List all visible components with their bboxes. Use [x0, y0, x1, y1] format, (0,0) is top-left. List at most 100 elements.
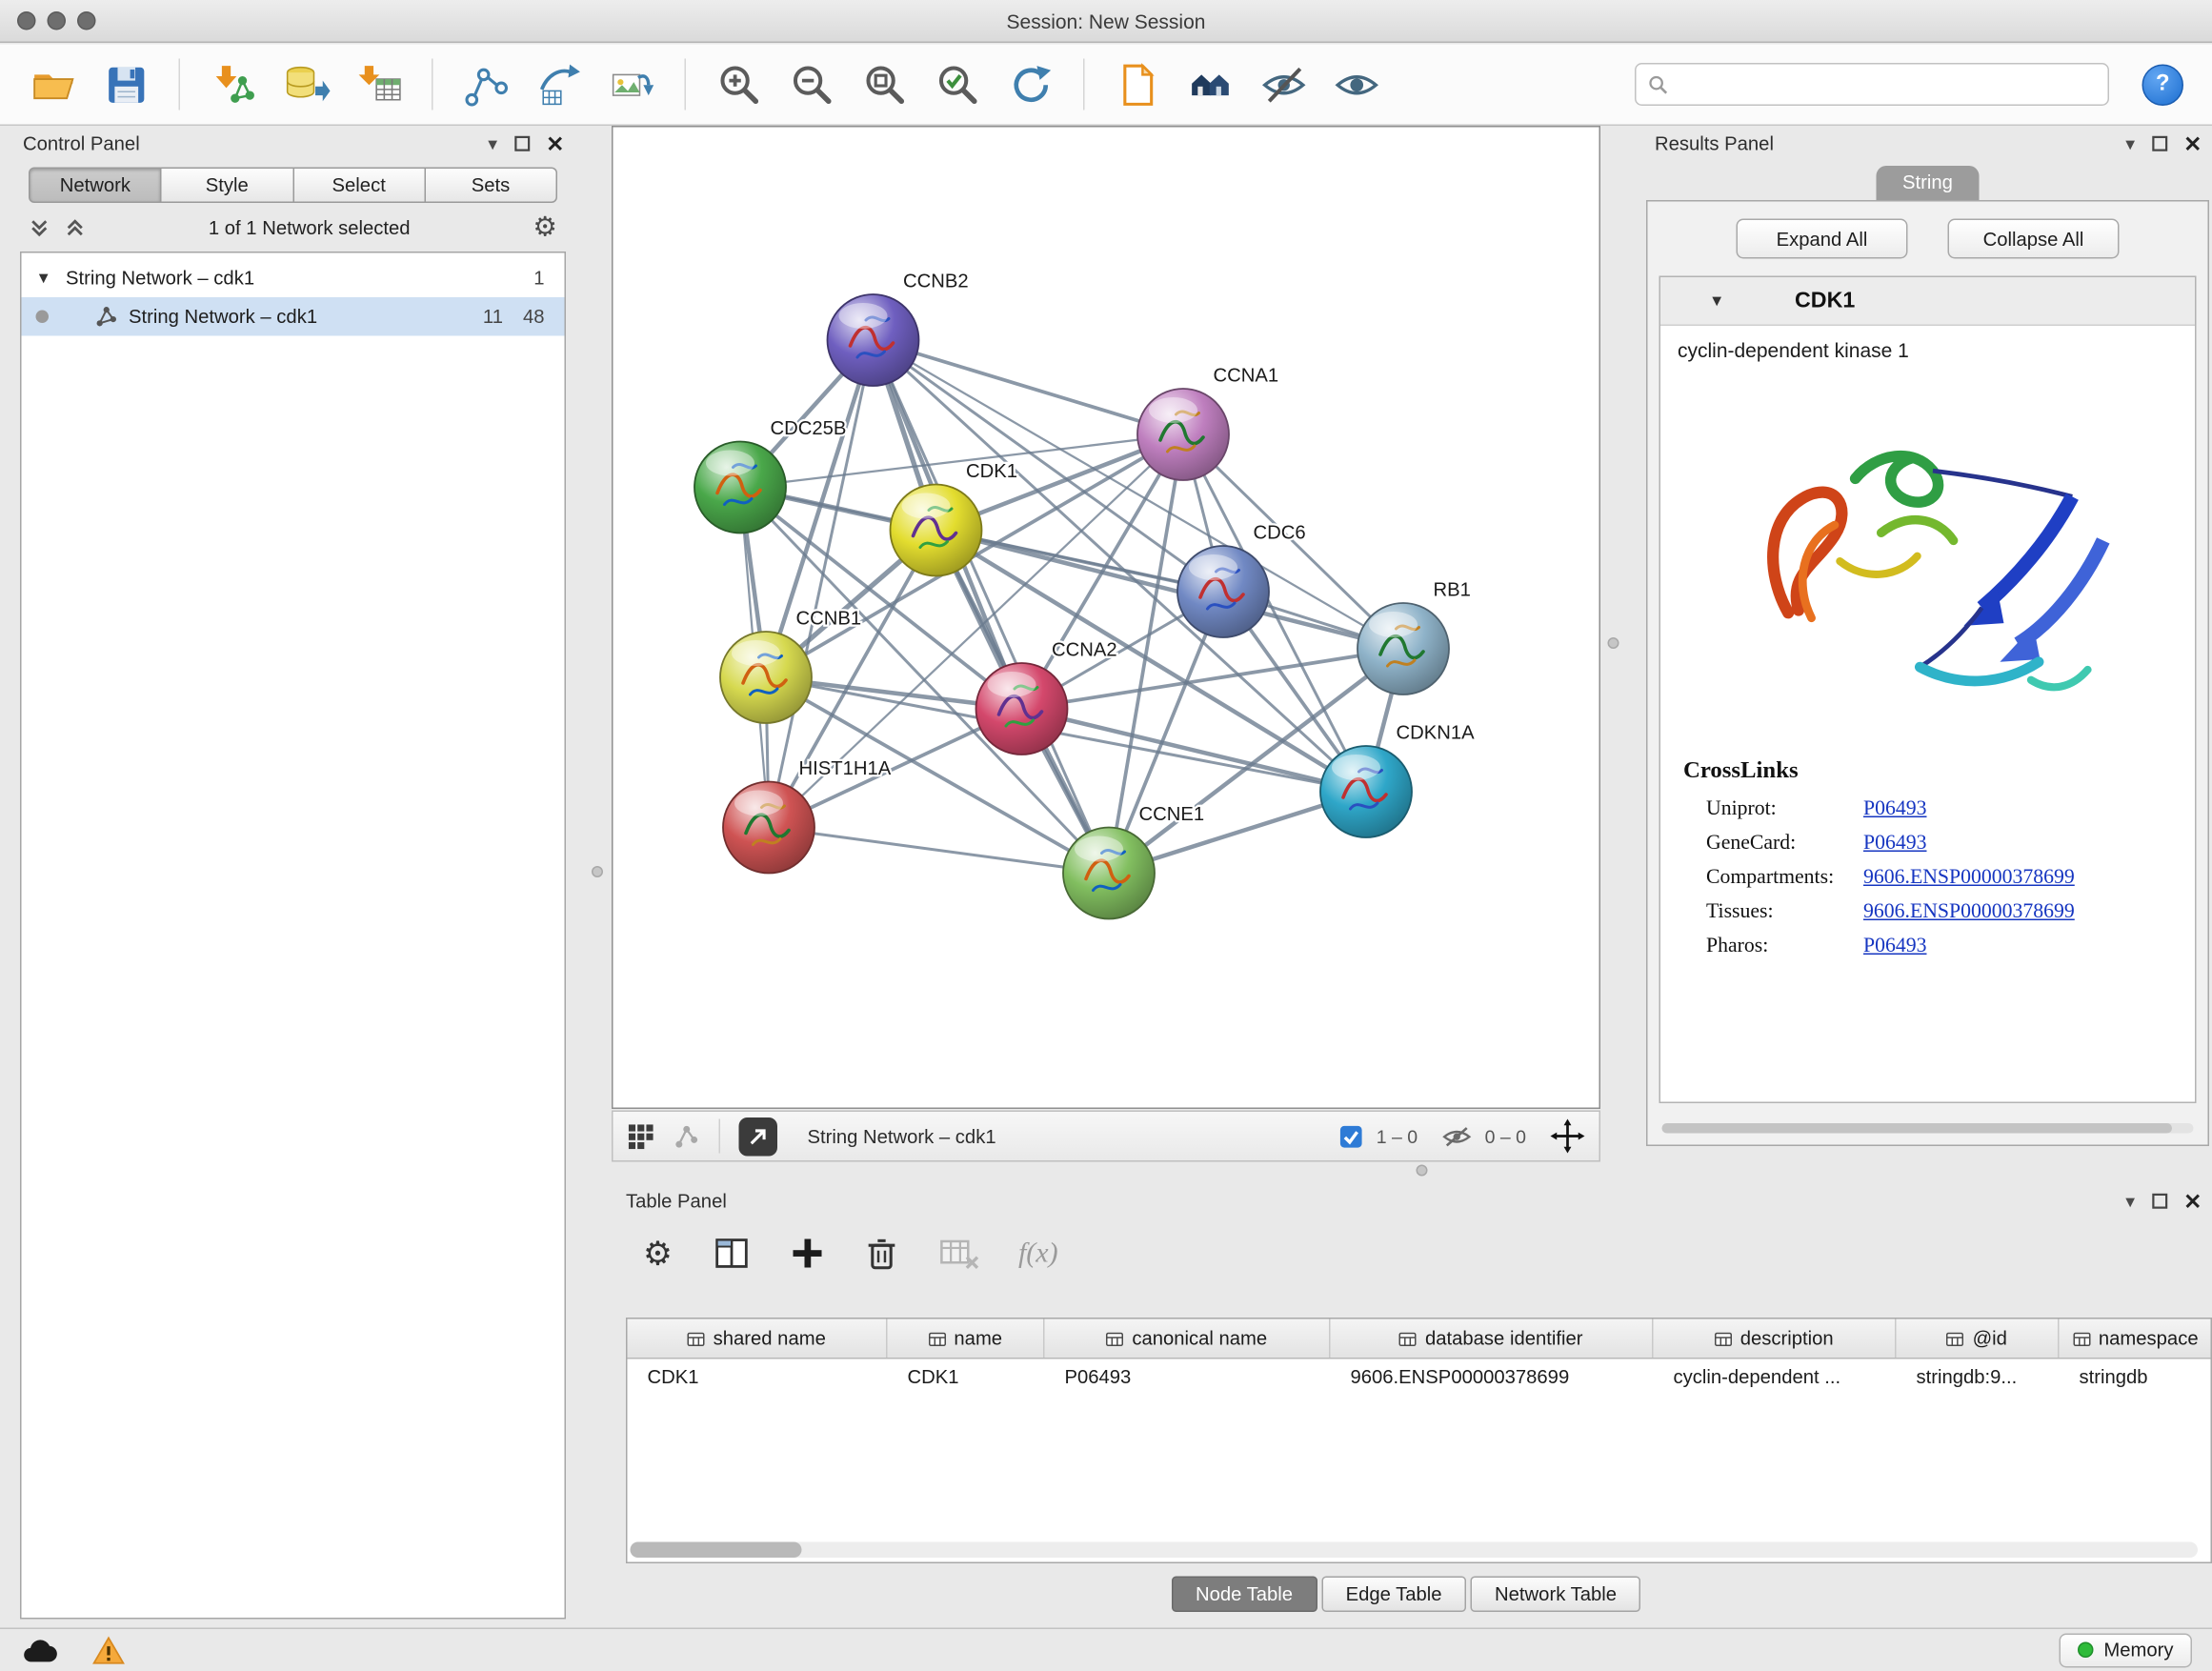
tab-select[interactable]: Select — [293, 168, 425, 204]
tab-string[interactable]: String — [1877, 166, 1979, 200]
tab-node-table[interactable]: Node Table — [1171, 1577, 1317, 1613]
network-node-CCNA2[interactable] — [976, 663, 1068, 755]
close-panel-icon[interactable] — [548, 135, 564, 151]
network-node-HIST1H1A[interactable] — [723, 782, 814, 874]
network-share-icon[interactable] — [674, 1122, 701, 1150]
table-row[interactable]: CDK1CDK1P064939606.ENSP00000378699cyclin… — [628, 1359, 2211, 1399]
network-node-RB1[interactable] — [1357, 603, 1449, 695]
crosslink-row: Tissues:9606.ENSP00000378699 — [1683, 900, 2172, 925]
import-network-from-database-button[interactable] — [276, 54, 336, 114]
network-node-CCNE1[interactable] — [1063, 828, 1155, 919]
export-image-button[interactable] — [602, 54, 662, 114]
column-header-canonical-name[interactable]: canonical name — [1045, 1319, 1331, 1359]
network-edge-HIST1H1A-CCNE1[interactable] — [769, 828, 1109, 874]
table-settings-gear-icon[interactable]: ⚙ — [643, 1237, 673, 1270]
tab-network[interactable]: Network — [29, 168, 162, 204]
collapse-panel-icon[interactable]: ▾ — [2125, 1191, 2135, 1210]
network-node-CDC6[interactable] — [1177, 546, 1269, 637]
tree-expand-icon[interactable]: ▼ — [36, 270, 56, 287]
window-minimize-button[interactable] — [48, 11, 67, 30]
open-session-button[interactable] — [23, 54, 83, 114]
network-node-CDC25B[interactable] — [694, 442, 786, 534]
column-header-shared-name[interactable]: shared name — [628, 1319, 888, 1359]
reapply-layout-button[interactable] — [1000, 54, 1060, 114]
duplicate-network-button[interactable] — [456, 54, 516, 114]
column-type-icon — [688, 1330, 705, 1347]
network-node-CDK1[interactable] — [891, 485, 982, 576]
gene-section-header[interactable]: ▼ CDK1 — [1660, 277, 2195, 326]
network-node-CCNB2[interactable] — [828, 294, 919, 386]
scrollbar-thumb[interactable] — [631, 1542, 802, 1559]
network-edge-CCNB2-CCNA1[interactable] — [874, 340, 1184, 434]
expand-all-button[interactable]: Expand All — [1737, 219, 1908, 259]
tab-sets[interactable]: Sets — [426, 168, 557, 204]
save-session-button[interactable] — [96, 54, 156, 114]
network-options-gear-icon[interactable]: ⚙ — [533, 213, 557, 241]
search-input[interactable] — [1678, 73, 2097, 95]
tab-network-table[interactable]: Network Table — [1471, 1577, 1641, 1613]
crosslink-link[interactable]: P06493 — [1863, 797, 1926, 822]
float-panel-icon[interactable] — [514, 135, 531, 151]
delete-trash-icon[interactable] — [864, 1235, 898, 1272]
section-expand-icon[interactable]: ▼ — [1709, 292, 1729, 310]
tab-edge-table[interactable]: Edge Table — [1321, 1577, 1466, 1613]
network-row[interactable]: String Network – cdk1 11 48 — [22, 297, 565, 336]
copy-document-button[interactable] — [1108, 54, 1168, 114]
cloud-icon[interactable] — [20, 1635, 60, 1666]
show-columns-icon[interactable] — [713, 1235, 750, 1272]
column-header-name[interactable]: name — [888, 1319, 1045, 1359]
collapse-panel-icon[interactable]: ▾ — [488, 133, 497, 152]
close-panel-icon[interactable] — [2185, 1193, 2202, 1209]
help-button[interactable]: ? — [2142, 64, 2184, 106]
network-node-CDKN1A[interactable] — [1320, 746, 1412, 837]
column-header--id[interactable]: @id — [1897, 1319, 2060, 1359]
tab-style[interactable]: Style — [162, 168, 293, 204]
first-neighbors-button[interactable] — [1180, 54, 1240, 114]
column-header-description[interactable]: description — [1654, 1319, 1897, 1359]
network-edge-CCNB2-HIST1H1A[interactable] — [769, 340, 874, 828]
collapse-all-icon[interactable] — [29, 216, 50, 238]
crosslink-link[interactable]: P06493 — [1863, 935, 1926, 959]
network-node-CCNA1[interactable] — [1137, 389, 1229, 480]
birdseye-grid-icon[interactable] — [628, 1122, 655, 1150]
hidden-eye-slash-icon[interactable] — [1442, 1124, 1473, 1149]
network-node-CCNB1[interactable] — [720, 632, 812, 723]
window-close-button[interactable] — [17, 11, 36, 30]
open-in-browser-button[interactable] — [739, 1117, 778, 1156]
crosslink-link[interactable]: P06493 — [1863, 832, 1926, 856]
network-canvas[interactable]: CCNB2CCNA1CDC25BCDK1CDC6RB1CCNB1CCNA2CDK… — [612, 126, 1600, 1109]
results-horizontal-scrollbar[interactable] — [1662, 1123, 2194, 1134]
crosslink-link[interactable]: 9606.ENSP00000378699 — [1863, 900, 2075, 925]
pan-crosshair-icon[interactable] — [1551, 1119, 1585, 1154]
warning-icon[interactable] — [91, 1635, 126, 1666]
network-collection-row[interactable]: ▼ String Network – cdk1 1 — [22, 259, 565, 298]
zoom-in-button[interactable] — [709, 54, 769, 114]
collapse-all-button[interactable]: Collapse All — [1948, 219, 2120, 259]
crosslinks-title: CrossLinks — [1683, 756, 2172, 785]
hide-selected-button[interactable] — [1254, 54, 1314, 114]
show-all-button[interactable] — [1326, 54, 1386, 114]
window-zoom-button[interactable] — [77, 11, 96, 30]
import-table-from-file-button[interactable] — [349, 54, 409, 114]
new-network-from-selection-button[interactable] — [529, 54, 589, 114]
zoom-selected-button[interactable] — [928, 54, 988, 114]
selected-checkbox-icon[interactable] — [1339, 1124, 1364, 1149]
zoom-fit-button[interactable] — [855, 54, 915, 114]
expand-all-icon[interactable] — [65, 216, 87, 238]
network-edge-CCNB2-CCNE1[interactable] — [874, 340, 1110, 874]
crosslink-link[interactable]: 9606.ENSP00000378699 — [1863, 866, 2075, 891]
zoom-out-button[interactable] — [782, 54, 842, 114]
left-splitter-handle[interactable] — [592, 866, 603, 877]
right-splitter-handle[interactable] — [1608, 637, 1619, 649]
collapse-panel-icon[interactable]: ▾ — [2125, 133, 2135, 152]
add-column-plus-icon[interactable] — [790, 1237, 824, 1271]
table-horizontal-scrollbar[interactable] — [631, 1542, 2198, 1559]
memory-button[interactable]: Memory — [2060, 1633, 2192, 1667]
network-edge-CDK1-RB1[interactable] — [936, 531, 1404, 650]
close-panel-icon[interactable] — [2185, 135, 2202, 151]
float-panel-icon[interactable] — [2152, 135, 2168, 151]
float-panel-icon[interactable] — [2152, 1193, 2168, 1209]
column-header-namespace[interactable]: namespace — [2060, 1319, 2212, 1359]
column-header-database-identifier[interactable]: database identifier — [1331, 1319, 1654, 1359]
import-network-from-file-button[interactable] — [203, 54, 263, 114]
